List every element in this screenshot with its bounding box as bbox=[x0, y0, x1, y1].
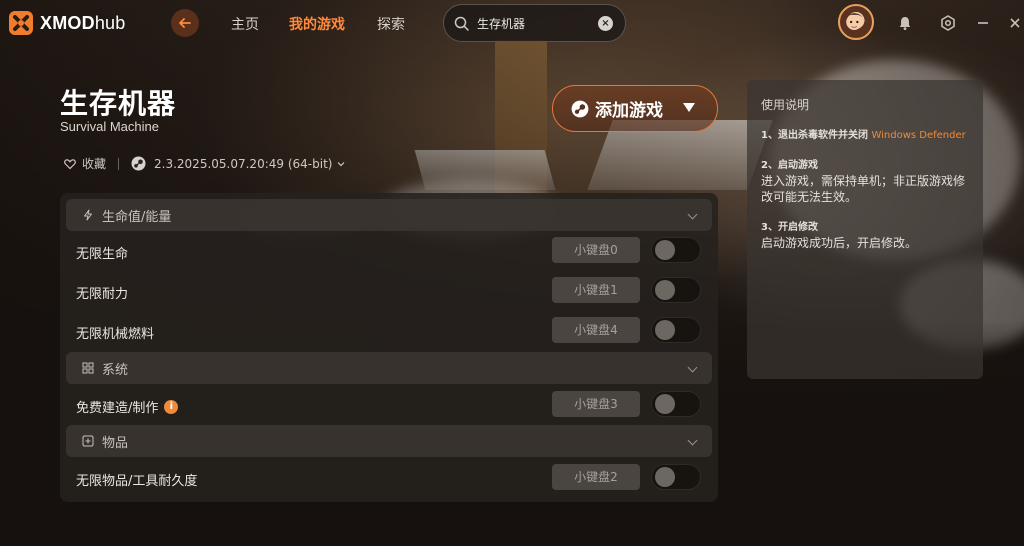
heart-icon bbox=[64, 158, 76, 169]
game-title: 生存机器 bbox=[60, 87, 177, 120]
section-label: 系统 bbox=[102, 362, 129, 378]
hotkey-button[interactable]: 小键盘0 bbox=[552, 237, 640, 263]
minimize-icon[interactable] bbox=[974, 14, 992, 32]
cheat-label: 无限耐力 bbox=[76, 287, 129, 302]
instructions-panel: 使用说明 1、退出杀毒软件并关闭 Windows Defender 2、启动游戏… bbox=[747, 80, 983, 379]
cheat-row: 无限机械燃料 小键盘4 bbox=[60, 316, 718, 346]
search-box: × bbox=[443, 4, 626, 42]
hotkey-button[interactable]: 小键盘4 bbox=[552, 317, 640, 343]
close-icon[interactable] bbox=[1006, 14, 1024, 32]
cheat-label: 免费建造/制作 i bbox=[76, 397, 179, 416]
settings-gear-icon[interactable] bbox=[939, 14, 957, 32]
hotkey-button[interactable]: 小键盘2 bbox=[552, 464, 640, 490]
notification-bell-icon[interactable] bbox=[896, 14, 914, 32]
grid-icon bbox=[82, 362, 94, 374]
version-selector[interactable]: 2.3.2025.05.07.20:49 (64-bit) bbox=[131, 156, 346, 171]
user-avatar[interactable] bbox=[838, 4, 874, 40]
cheat-row: 无限耐力 小键盘1 bbox=[60, 276, 718, 306]
dropdown-caret-icon[interactable] bbox=[683, 103, 695, 112]
xmod-logo-icon bbox=[9, 11, 33, 35]
nav-my-games[interactable]: 我的游戏 bbox=[289, 14, 345, 34]
cheat-row: 无限物品/工具耐久度 小键盘2 bbox=[60, 463, 718, 493]
steam-icon bbox=[571, 100, 589, 117]
instructions-title: 使用说明 bbox=[761, 98, 810, 112]
cheat-label: 无限机械燃料 bbox=[76, 327, 155, 342]
nav-explore[interactable]: 探索 bbox=[377, 14, 405, 34]
favorite-label: 收藏 bbox=[82, 157, 107, 171]
cheat-label: 无限生命 bbox=[76, 247, 129, 262]
game-subtitle: Survival Machine bbox=[60, 119, 159, 134]
cheat-toggle[interactable] bbox=[651, 277, 701, 303]
cheat-row: 免费建造/制作 i 小键盘3 bbox=[60, 390, 718, 420]
cheat-panel: 生命值/能量 无限生命 小键盘0 无限耐力 小键盘1 无限机械燃料 小键盘4 系… bbox=[60, 193, 718, 502]
info-icon[interactable]: i bbox=[164, 399, 179, 414]
game-meta: 收藏 2.3.2025.05.07.20:49 (64-bit) bbox=[64, 155, 346, 172]
chevron-down-icon bbox=[338, 161, 345, 166]
cheat-toggle[interactable] bbox=[651, 391, 701, 417]
chevron-down-icon[interactable] bbox=[687, 435, 698, 446]
back-arrow-icon bbox=[179, 18, 191, 28]
section-label: 物品 bbox=[102, 435, 129, 451]
search-input[interactable] bbox=[477, 16, 587, 30]
app-name: XMODhub bbox=[40, 12, 126, 33]
add-game-button[interactable]: 添加游戏 bbox=[552, 85, 718, 132]
divider bbox=[118, 157, 120, 170]
favorite-toggle[interactable]: 收藏 bbox=[64, 155, 106, 172]
hotkey-button[interactable]: 小键盘3 bbox=[552, 391, 640, 417]
top-bar: XMODhub 主页 我的游戏 探索 × bbox=[0, 0, 1024, 46]
add-game-label: 添加游戏 bbox=[595, 101, 663, 121]
section-health-energy[interactable]: 生命值/能量 bbox=[66, 199, 712, 231]
version-label: 2.3.2025.05.07.20:49 (64-bit) bbox=[154, 156, 333, 171]
cheat-label: 无限物品/工具耐久度 bbox=[76, 474, 198, 489]
steam-icon bbox=[131, 156, 146, 171]
instruction-step: 2、启动游戏 进入游戏，需保持单机；非正版游戏修改可能无法生效。 bbox=[761, 160, 966, 204]
cheat-toggle[interactable] bbox=[651, 464, 701, 490]
cheat-toggle[interactable] bbox=[651, 317, 701, 343]
chevron-down-icon[interactable] bbox=[687, 362, 698, 373]
chevron-down-icon[interactable] bbox=[687, 209, 698, 220]
nav-home[interactable]: 主页 bbox=[231, 14, 259, 34]
box-plus-icon bbox=[82, 435, 94, 447]
instruction-step: 3、开启修改 启动游戏成功后，开启修改。 bbox=[761, 222, 918, 250]
windows-defender-link[interactable]: Windows Defender bbox=[871, 130, 965, 141]
avatar-face-icon bbox=[845, 13, 864, 30]
cheat-toggle[interactable] bbox=[651, 237, 701, 263]
app-logo[interactable]: XMODhub bbox=[8, 10, 125, 36]
clear-search-icon[interactable]: × bbox=[598, 16, 613, 31]
cheat-row: 无限生命 小键盘0 bbox=[60, 236, 718, 266]
section-system[interactable]: 系统 bbox=[66, 352, 712, 384]
search-icon bbox=[454, 16, 469, 31]
back-button[interactable] bbox=[171, 9, 199, 37]
section-label: 生命值/能量 bbox=[102, 209, 172, 225]
section-items[interactable]: 物品 bbox=[66, 425, 712, 457]
hotkey-button[interactable]: 小键盘1 bbox=[552, 277, 640, 303]
lightning-icon bbox=[84, 209, 92, 221]
instruction-step: 1、退出杀毒软件并关闭 Windows Defender bbox=[761, 130, 966, 141]
